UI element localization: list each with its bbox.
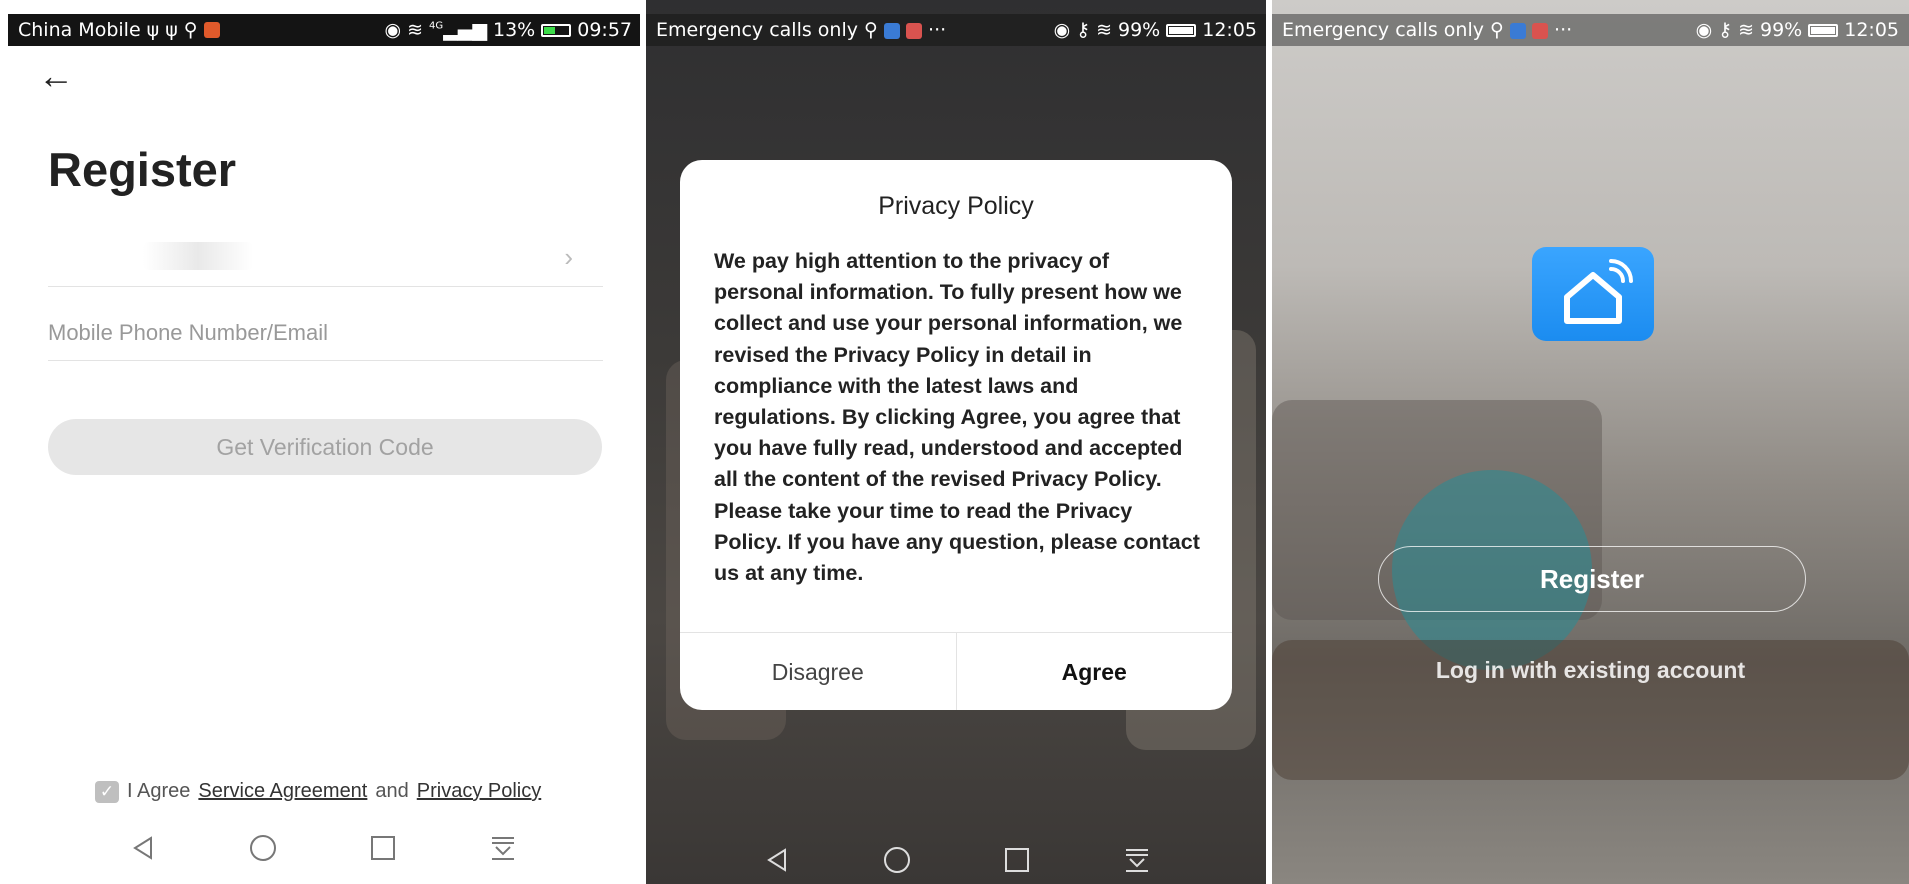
phone-email-field-row xyxy=(48,310,603,361)
battery-icon xyxy=(1166,23,1197,37)
battery-icon xyxy=(541,23,572,37)
notification-icons: ⚲ ··· xyxy=(863,19,947,41)
nav-bar xyxy=(646,840,1267,880)
nav-recents-icon[interactable] xyxy=(363,828,403,868)
carrier-label: Emergency calls only xyxy=(1282,19,1484,41)
country-selector[interactable]: › xyxy=(48,236,603,287)
agree-prefix: I Agree xyxy=(127,780,191,802)
status-bar: Emergency calls only ⚲ ··· ◉ ⚷ ≋ 99% 12:… xyxy=(646,14,1267,46)
service-agreement-link[interactable]: Service Agreement xyxy=(198,780,367,803)
eye-icon: ◉ xyxy=(1695,19,1713,41)
welcome-screen: Emergency calls only ⚲ ··· ◉ ⚷ ≋ 99% 12:… xyxy=(1272,0,1909,884)
agreement-row: ✓ I Agree Service Agreement and Privacy … xyxy=(95,780,541,803)
nav-notifications-icon[interactable] xyxy=(483,828,523,868)
eye-icon: ◉ xyxy=(1053,19,1071,41)
nav-notifications-icon[interactable] xyxy=(1117,840,1157,880)
dialog-title: Privacy Policy xyxy=(878,192,1034,220)
notification-icon xyxy=(203,22,220,38)
battery-percent: 99% xyxy=(1118,19,1161,41)
status-bar: China Mobile ψ ψ ⚲ ◉ ≋ 4G▂▄▆ 13% 09:57 xyxy=(8,14,642,46)
signal-icon: 4G▂▄▆ xyxy=(429,19,487,41)
battery-icon xyxy=(1808,23,1839,37)
disagree-button[interactable]: Disagree xyxy=(680,633,956,710)
battery-percent: 13% xyxy=(493,19,536,41)
notification-icons: ⚲ ··· xyxy=(1489,19,1573,41)
wifi-icon: ≋ xyxy=(1096,19,1112,41)
nav-home-icon[interactable] xyxy=(877,840,917,880)
dialog-actions: Disagree Agree xyxy=(680,632,1232,710)
usb-icon: ψ ψ xyxy=(146,19,178,41)
login-existing-link[interactable]: Log in with existing account xyxy=(1272,657,1909,684)
agree-button[interactable]: Agree xyxy=(955,633,1233,710)
carrier-label: China Mobile xyxy=(18,19,141,41)
key-icon: ⚷ xyxy=(1718,19,1733,41)
chevron-right-icon: › xyxy=(564,242,573,272)
get-verification-code-button[interactable]: Get Verification Code xyxy=(48,419,602,475)
agree-conj: and xyxy=(375,780,409,802)
page-title: Register xyxy=(48,143,237,196)
agree-checkbox[interactable]: ✓ xyxy=(95,780,119,803)
key-icon: ⚷ xyxy=(1076,19,1091,41)
phone-email-input[interactable] xyxy=(48,310,603,356)
privacy-policy-dialog: Privacy Policy We pay high attention to … xyxy=(680,160,1232,710)
search-icon: ⚲ xyxy=(183,19,198,41)
clock: 12:05 xyxy=(1844,19,1899,41)
nav-recents-icon[interactable] xyxy=(997,840,1037,880)
country-value xyxy=(143,242,253,270)
wifi-icon: ≋ xyxy=(1738,19,1754,41)
privacy-policy-link[interactable]: Privacy Policy xyxy=(417,780,541,803)
nav-bar xyxy=(0,828,646,868)
carrier-label: Emergency calls only xyxy=(656,19,858,41)
clock: 12:05 xyxy=(1202,19,1257,41)
privacy-policy-screen: Emergency calls only ⚲ ··· ◉ ⚷ ≋ 99% 12:… xyxy=(646,0,1267,884)
nav-back-icon[interactable] xyxy=(757,840,797,880)
register-screen: China Mobile ψ ψ ⚲ ◉ ≋ 4G▂▄▆ 13% 09:57 ←… xyxy=(0,0,646,884)
nav-home-icon[interactable] xyxy=(243,828,283,868)
nav-back-icon[interactable] xyxy=(123,828,163,868)
eye-icon: ◉ xyxy=(384,19,402,41)
app-logo-icon xyxy=(1532,247,1654,341)
status-bar: Emergency calls only ⚲ ··· ◉ ⚷ ≋ 99% 12:… xyxy=(1272,14,1909,46)
register-button[interactable]: Register xyxy=(1378,546,1806,612)
back-arrow-icon[interactable]: ← xyxy=(38,58,74,94)
dialog-body: We pay high attention to the privacy of … xyxy=(714,249,1200,586)
clock: 09:57 xyxy=(577,19,632,41)
wifi-icon: ≋ xyxy=(407,19,424,41)
battery-percent: 99% xyxy=(1760,19,1803,41)
